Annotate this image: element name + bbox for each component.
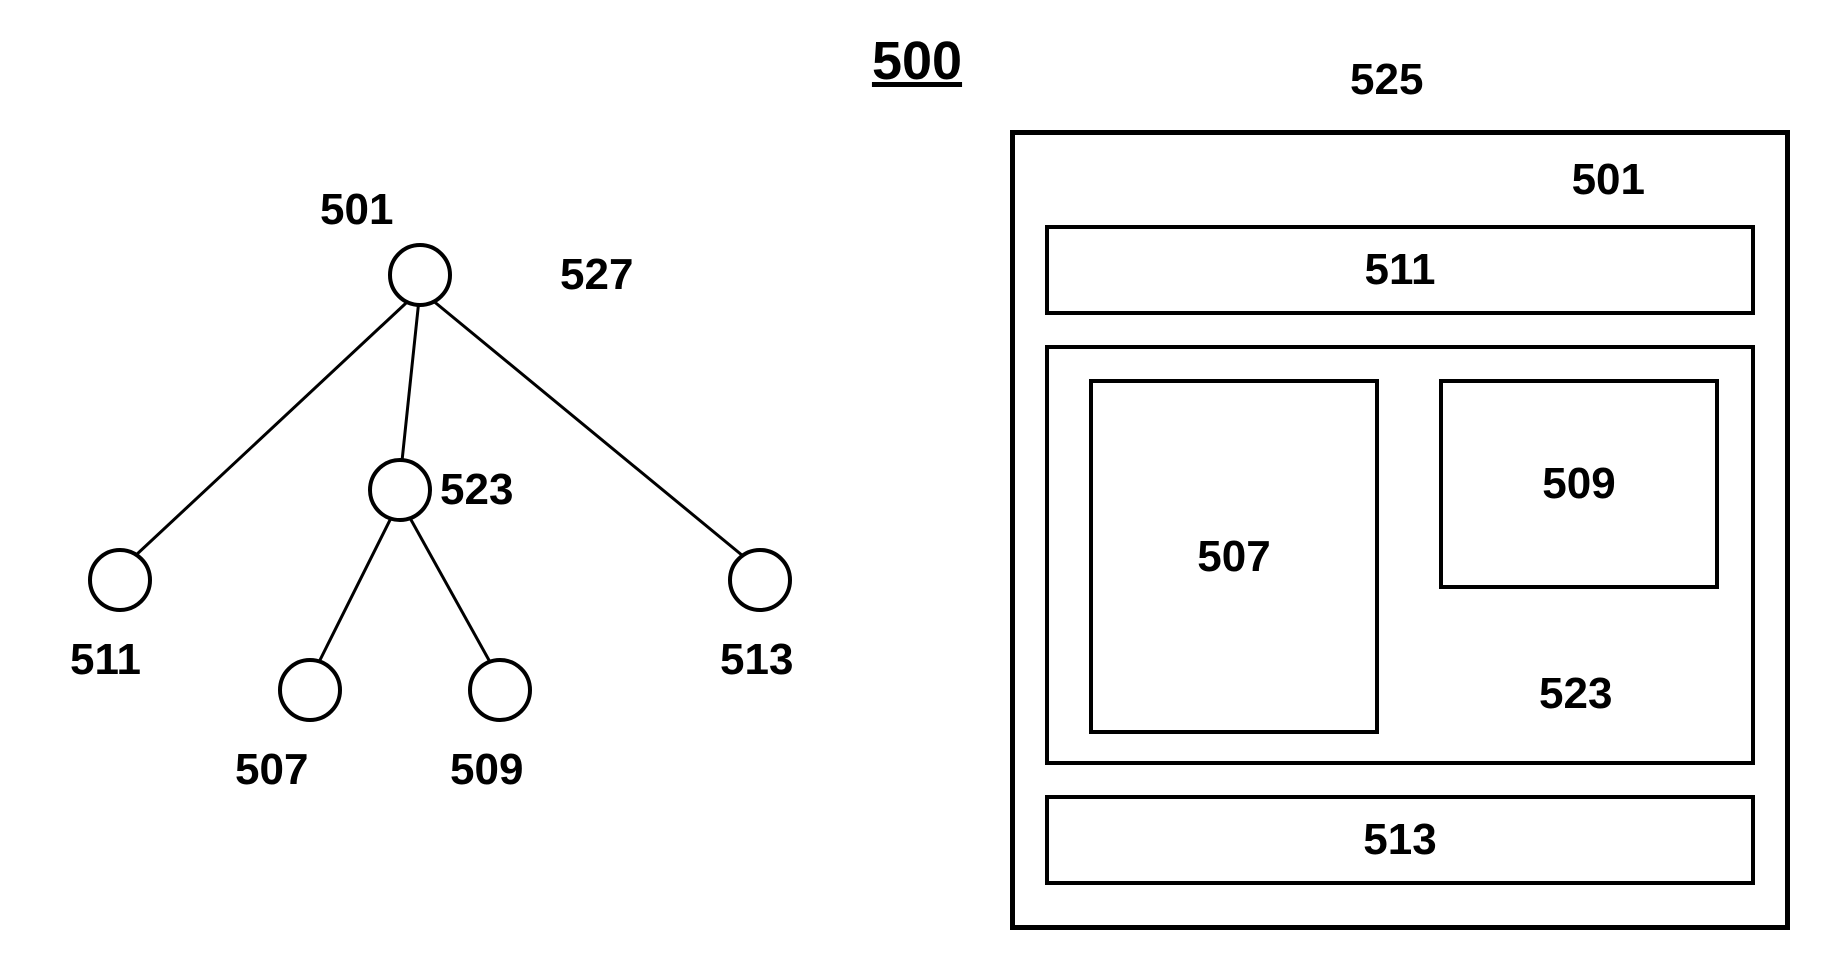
tree-middle-label: 523	[440, 465, 513, 515]
tree-leaf-511-label: 511	[70, 635, 141, 685]
layout-box-507: 507	[1089, 379, 1379, 734]
node-511	[90, 550, 150, 610]
layout-box-513: 513	[1045, 795, 1755, 885]
edge-523-to-507	[310, 500, 400, 680]
figure-title: 500	[872, 30, 962, 92]
edge-523-to-509	[400, 500, 500, 680]
tree-leaf-513-label: 513	[720, 635, 793, 685]
tree-leaf-509-label: 509	[450, 745, 523, 795]
node-501	[390, 245, 450, 305]
node-509	[470, 660, 530, 720]
tree-diagram: 501 527 523 511 513 507 509	[40, 180, 860, 880]
node-523	[370, 460, 430, 520]
layout-box-523: 507 509 523	[1045, 345, 1755, 765]
edge-root-to-513	[420, 290, 760, 570]
layout-511-label: 511	[1365, 245, 1436, 295]
tree-outer-label: 527	[560, 250, 633, 300]
layout-box-501: 501 511 507 509 523 513	[1010, 130, 1790, 930]
tree-root-label: 501	[320, 185, 393, 235]
layout-513-label: 513	[1363, 815, 1436, 865]
layout-box-509: 509	[1439, 379, 1719, 589]
layout-501-label: 501	[1572, 155, 1645, 205]
layout-box-511: 511	[1045, 225, 1755, 315]
node-507	[280, 660, 340, 720]
layout-523-label: 523	[1539, 669, 1612, 719]
edge-root-to-511	[120, 290, 420, 570]
layout-outer-label: 525	[1350, 55, 1423, 105]
layout-509-label: 509	[1542, 459, 1615, 509]
node-513	[730, 550, 790, 610]
layout-507-label: 507	[1197, 532, 1270, 582]
tree-leaf-507-label: 507	[235, 745, 308, 795]
edge-root-to-523	[400, 290, 420, 480]
